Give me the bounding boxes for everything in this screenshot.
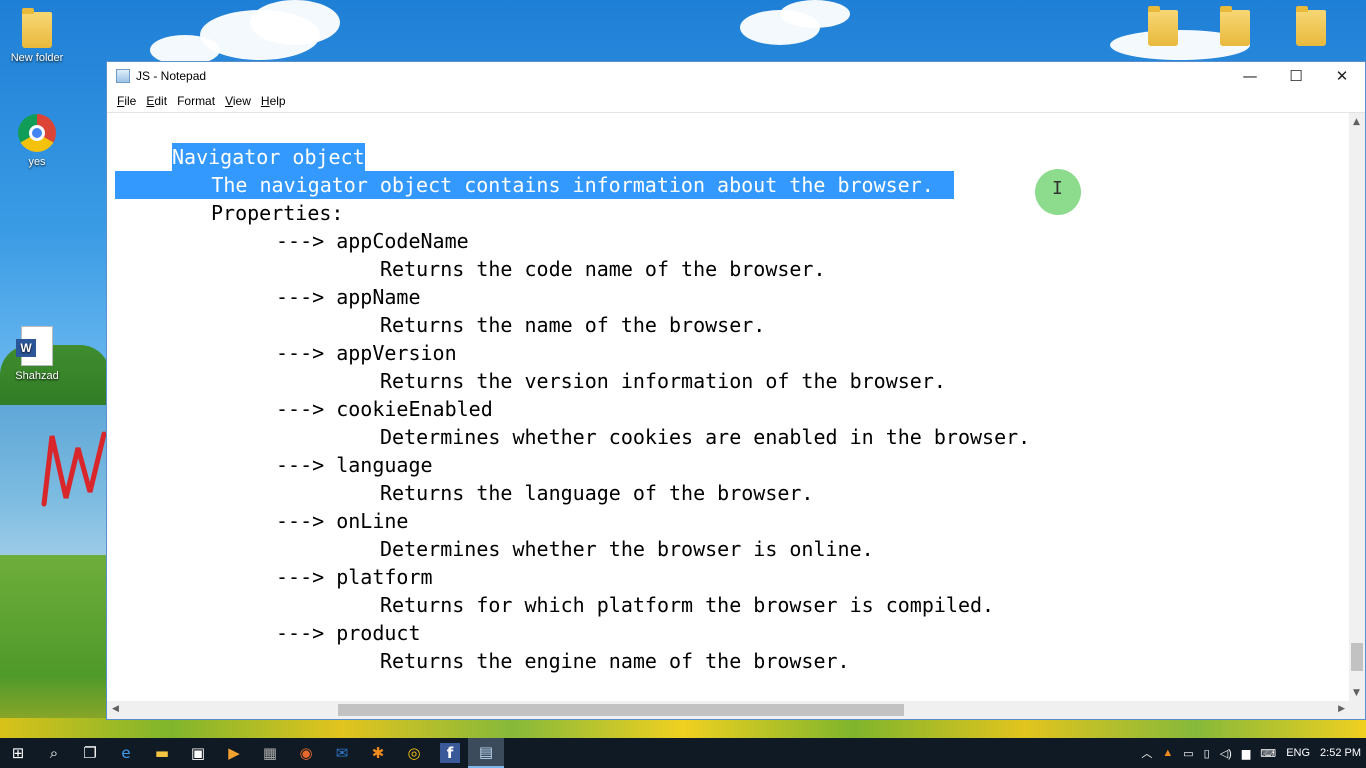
show-hidden-icons-icon[interactable]: ︿ [1136, 745, 1157, 761]
media-player-icon[interactable]: ▶ [216, 738, 252, 768]
text-line: Returns the code name of the browser. [380, 257, 826, 281]
minimize-button[interactable]: — [1227, 62, 1273, 90]
notepad-icon [116, 69, 130, 83]
system-tray: ︿ ▲ ▭ ▯ ◁) ▆ ⌨ ENG 2:52 PM [1136, 738, 1366, 768]
text-editor[interactable]: Navigator object The navigator object co… [107, 113, 1350, 702]
paint-icon[interactable]: ✱ [360, 738, 396, 768]
text-line: Returns the engine name of the browser. [380, 649, 850, 673]
outlook-icon[interactable]: ✉ [324, 738, 360, 768]
window-title: JS - Notepad [136, 69, 207, 83]
desktop-icon-label: New folder [10, 52, 64, 64]
menu-label: dit [154, 94, 168, 108]
flower-field [0, 718, 1366, 740]
text-line-selected: The navigator object contains informatio… [115, 171, 954, 199]
close-button[interactable]: ✕ [1319, 62, 1365, 90]
windows-start-icon[interactable]: ⊞ [0, 738, 36, 768]
menu-accel-key: V [225, 94, 233, 108]
desktop-icon-folder[interactable] [1128, 6, 1198, 50]
folder-icon [1148, 6, 1178, 46]
cloud [250, 0, 340, 45]
text-line: ---> onLine [276, 509, 409, 533]
text-line: ---> appCodeName [276, 229, 469, 253]
action-center-icon[interactable]: ▆ [1237, 747, 1255, 760]
file-explorer-icon[interactable]: ▬ [144, 738, 180, 768]
horizontal-scroll-thumb[interactable] [338, 704, 904, 716]
chrome-icon [18, 114, 56, 152]
menu-bar: File Edit Format View Help [107, 90, 1365, 113]
text-line: ---> appName [276, 285, 421, 309]
menu-label: ile [124, 94, 137, 108]
text-line: Returns the version information of the b… [380, 369, 946, 393]
desktop-icon-folder[interactable] [1276, 6, 1346, 50]
scrollbar-corner [1349, 701, 1365, 719]
red-scribble [41, 431, 107, 507]
task-view-icon[interactable]: ❐ [72, 738, 108, 768]
menu-format[interactable]: Format [172, 94, 220, 108]
title-bar[interactable]: JS - Notepad — ☐ ✕ [107, 62, 1365, 90]
folder-icon [1296, 6, 1326, 46]
scroll-right-icon[interactable]: ▶ [1338, 704, 1345, 714]
firefox-icon[interactable]: ◉ [288, 738, 324, 768]
text-line: Returns for which platform the browser i… [380, 593, 995, 617]
taskbar: ⊞ ⌕ ❐ e ▬ ▣ ▶ ▦ ◉ ✉ ✱ ◎ f ▤ ︿ ▲ ▭ ▯ ◁) ▆… [0, 738, 1366, 768]
text-line: Returns the name of the browser. [380, 313, 766, 337]
menu-label: Format [177, 94, 216, 108]
text-line: Determines whether cookies are enabled i… [380, 425, 1031, 449]
search-icon[interactable]: ⌕ [36, 738, 72, 768]
text-line-selected: Navigator object [172, 143, 365, 171]
desktop-icon-new-folder[interactable]: New folder [2, 8, 72, 64]
vlc-tray-icon[interactable]: ▲ [1157, 747, 1178, 759]
battery-icon[interactable]: ▭ [1178, 747, 1198, 760]
keyboard-icon[interactable]: ⌨ [1255, 747, 1281, 760]
vertical-scroll-thumb[interactable] [1351, 643, 1363, 671]
edge-icon[interactable]: e [108, 738, 144, 768]
scroll-left-icon[interactable]: ◀ [112, 704, 119, 714]
scroll-down-icon[interactable]: ▼ [1353, 688, 1360, 698]
cloud [780, 0, 850, 28]
text-line: ---> language [276, 453, 433, 477]
chrome-taskbar-icon[interactable]: ◎ [396, 738, 432, 768]
menu-accel-key: H [260, 94, 270, 108]
folder-icon [1220, 6, 1250, 46]
text-line: Determines whether the browser is online… [380, 537, 874, 561]
clock[interactable]: 2:52 PM [1315, 747, 1366, 759]
text-line: ---> cookieEnabled [276, 397, 493, 421]
text-line: ---> product [276, 621, 421, 645]
folder-icon [22, 8, 52, 48]
vertical-scrollbar[interactable]: ▲ ▼ [1349, 113, 1365, 702]
notepad-window: JS - Notepad — ☐ ✕ File Edit Format View… [106, 61, 1366, 720]
scroll-up-icon[interactable]: ▲ [1353, 117, 1360, 127]
app-grid-icon[interactable]: ▦ [252, 738, 288, 768]
maximize-button[interactable]: ☐ [1273, 62, 1319, 90]
horizontal-scrollbar[interactable]: ◀ ▶ [107, 701, 1350, 719]
text-line: Properties: [211, 201, 344, 225]
text-line: ---> appVersion [276, 341, 457, 365]
menu-edit[interactable]: Edit [141, 94, 172, 108]
notepad-taskbar-icon[interactable]: ▤ [468, 738, 504, 768]
menu-label: iew [232, 94, 251, 108]
word-document-icon [16, 326, 53, 366]
desktop-icon-chrome[interactable]: yes [2, 114, 72, 168]
text-line: ---> platform [276, 565, 433, 589]
desktop-icon-word-doc[interactable]: Shahzad [2, 326, 72, 382]
menu-label: elp [269, 94, 286, 108]
ibeam-cursor-icon: I [1052, 178, 1063, 199]
desktop-icon-label: yes [28, 156, 46, 168]
menu-view[interactable]: View [220, 94, 256, 108]
network-icon[interactable]: ▯ [1199, 747, 1215, 760]
desktop-icon-label: Shahzad [15, 370, 59, 382]
menu-help[interactable]: Help [256, 94, 291, 108]
facebook-icon[interactable]: f [440, 743, 460, 763]
volume-icon[interactable]: ◁) [1215, 747, 1237, 760]
desktop-icon-folder[interactable] [1200, 6, 1270, 50]
language-indicator[interactable]: ENG [1281, 747, 1315, 759]
text-line: Returns the language of the browser. [380, 481, 814, 505]
store-icon[interactable]: ▣ [180, 738, 216, 768]
menu-file[interactable]: File [112, 94, 141, 108]
